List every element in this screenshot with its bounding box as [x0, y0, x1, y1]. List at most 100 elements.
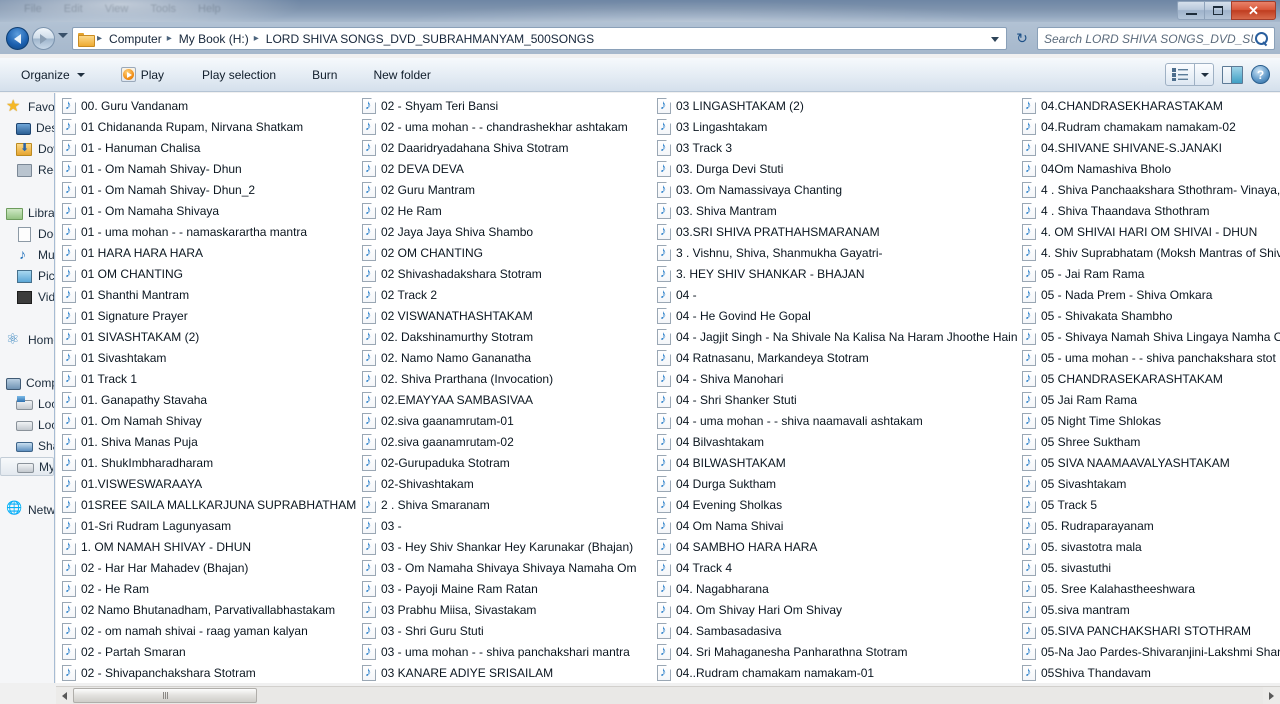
file-list-item[interactable]: 01 Chidananda Rupam, Nirvana Shatkam — [60, 116, 360, 137]
file-list-item[interactable]: 04 Bilvashtakam — [655, 431, 1020, 452]
file-list-item[interactable]: 02 - Partah Smaran — [60, 641, 360, 662]
file-list-item[interactable]: 04 - — [655, 284, 1020, 305]
file-list-item[interactable]: 02 Guru Mantram — [360, 179, 655, 200]
scroll-right-button[interactable] — [1263, 687, 1280, 704]
file-list-item[interactable]: 2 . Shiva Smaranam — [360, 494, 655, 515]
file-list-item[interactable]: 04 Evening Sholkas — [655, 494, 1020, 515]
file-list-item[interactable]: 04.Rudram chamakam namakam-02 — [1020, 116, 1280, 137]
file-list-item[interactable]: 01 HARA HARA HARA — [60, 242, 360, 263]
sidebar-item-music[interactable]: Music — [0, 245, 54, 264]
scrollbar-thumb[interactable] — [73, 688, 257, 703]
file-list-item[interactable]: 02 VISWANATHASHTAKAM — [360, 305, 655, 326]
file-list-item[interactable]: 04 Durga Suktham — [655, 473, 1020, 494]
sidebar-item-documents[interactable]: Documents — [0, 224, 54, 243]
file-list-item[interactable]: 05 - uma mohan - - shiva panchakshara st… — [1020, 347, 1280, 368]
file-list-item[interactable]: 00. Guru Vandanam — [60, 95, 360, 116]
breadcrumb-computer[interactable]: Computer — [106, 32, 165, 46]
file-list-item[interactable]: 04 - He Govind He Gopal — [655, 305, 1020, 326]
file-list-item[interactable]: 04 Ratnasanu, Markandeya Stotram — [655, 347, 1020, 368]
file-list-item[interactable]: 03 Prabhu Miisa, Sivastakam — [360, 599, 655, 620]
scroll-left-button[interactable] — [56, 687, 73, 704]
menu-item-edit[interactable]: Edit — [64, 3, 83, 15]
sidebar-item-computer[interactable]: Computer — [0, 373, 54, 392]
file-list-item[interactable]: 01. Om Namah Shivay — [60, 410, 360, 431]
sidebar-item-homegroup[interactable]: Homegroup — [0, 330, 54, 349]
file-list-item[interactable]: 04..Rudram chamakam namakam-01 — [655, 662, 1020, 683]
horizontal-scrollbar[interactable] — [56, 686, 1280, 704]
file-list-item[interactable]: 01. Shiva Manas Puja — [60, 431, 360, 452]
forward-button[interactable] — [32, 27, 55, 50]
file-list-item[interactable]: 02 DEVA DEVA — [360, 158, 655, 179]
file-list-item[interactable]: 03.SRI SHIVA PRATHAHSMARANAM — [655, 221, 1020, 242]
recent-pages-dropdown[interactable] — [58, 33, 68, 38]
file-list-item[interactable]: 01 OM CHANTING — [60, 263, 360, 284]
file-list-item[interactable]: 05 - Shivakata Shambho — [1020, 305, 1280, 326]
file-list-item[interactable]: 01 Sivashtakam — [60, 347, 360, 368]
sidebar-item-libraries[interactable]: Libraries — [0, 203, 54, 222]
file-list-item[interactable]: 05 Sivashtakam — [1020, 473, 1280, 494]
scrollbar-track[interactable] — [73, 687, 1263, 704]
file-list-item[interactable]: 04. Nagabharana — [655, 578, 1020, 599]
file-list-item[interactable]: 05. Sree Kalahastheeshwara — [1020, 578, 1280, 599]
file-list-item[interactable]: 01 - Hanuman Chalisa — [60, 137, 360, 158]
file-list-item[interactable]: 4. Shiv Suprabhatam (Moksh Mantras of Sh… — [1020, 242, 1280, 263]
file-list-item[interactable]: 02 He Ram — [360, 200, 655, 221]
file-list-item[interactable]: 01. Ganapathy Stavaha — [60, 389, 360, 410]
menu-item-help[interactable]: Help — [198, 3, 221, 15]
file-list-item[interactable]: 03. Om Namassivaya Chanting — [655, 179, 1020, 200]
file-list-item[interactable]: 01 - Om Namaha Shivaya — [60, 200, 360, 221]
file-list-item[interactable]: 02. Namo Namo Gananatha — [360, 347, 655, 368]
organize-button[interactable]: Organize — [10, 63, 96, 87]
file-list-item[interactable]: 03 - uma mohan - - shiva panchakshari ma… — [360, 641, 655, 662]
sidebar-item-network[interactable]: Network — [0, 500, 54, 519]
file-list-pane[interactable]: 00. Guru Vandanam 01 Chidananda Rupam, Ni… — [56, 93, 1280, 683]
file-list-item[interactable]: 03 Track 3 — [655, 137, 1020, 158]
sidebar-item-videos[interactable]: Videos — [0, 287, 54, 306]
file-list-item[interactable]: 05-Na Jao Pardes-Shivaranjini-Lakshmi Sh… — [1020, 641, 1280, 662]
sidebar-item-local-disk-d[interactable]: Local Disk (D:) — [0, 415, 54, 434]
help-button[interactable]: ? — [1251, 65, 1270, 84]
sidebar-item-my-book-h[interactable]: My Book (H:) — [0, 457, 54, 476]
file-list-item[interactable]: 05.SIVA PANCHAKSHARI STOTHRAM — [1020, 620, 1280, 641]
burn-button[interactable]: Burn — [301, 63, 348, 87]
file-list-item[interactable]: 03 LINGASHTAKAM (2) — [655, 95, 1020, 116]
file-list-item[interactable]: 04.CHANDRASEKHARASTAKAM — [1020, 95, 1280, 116]
close-button[interactable]: ✕ — [1231, 1, 1276, 20]
file-list-item[interactable]: 05. Rudraparayanam — [1020, 515, 1280, 536]
file-list-item[interactable]: 02 - Shyam Teri Bansi — [360, 95, 655, 116]
file-list-item[interactable]: 05 Shree Suktham — [1020, 431, 1280, 452]
file-list-item[interactable]: 03 - — [360, 515, 655, 536]
minimize-button[interactable] — [1177, 1, 1204, 20]
address-dropdown-icon[interactable] — [991, 37, 999, 42]
file-list-item[interactable]: 04Om Namashiva Bholo — [1020, 158, 1280, 179]
file-list-item[interactable]: 04 - Shri Shanker Stuti — [655, 389, 1020, 410]
file-list-item[interactable]: 4 . Shiva Thaandava Sthothram — [1020, 200, 1280, 221]
file-list-item[interactable]: 3. HEY SHIV SHANKAR - BHAJAN — [655, 263, 1020, 284]
file-list-item[interactable]: 05.siva mantram — [1020, 599, 1280, 620]
menu-item-file[interactable]: File — [24, 3, 42, 15]
file-list-item[interactable]: 01 Signature Prayer — [60, 305, 360, 326]
new-folder-button[interactable]: New folder — [362, 63, 441, 87]
file-list-item[interactable]: 4 . Shiva Panchaakshara Sthothram- Vinay… — [1020, 179, 1280, 200]
play-selection-button[interactable]: Play selection — [191, 63, 287, 87]
file-list-item[interactable]: 04 Track 4 — [655, 557, 1020, 578]
sidebar-item-pictures[interactable]: Pictures — [0, 266, 54, 285]
file-list-item[interactable]: 03. Shiva Mantram — [655, 200, 1020, 221]
sidebar-item-shared-drive[interactable]: Shared Drive — [0, 436, 54, 455]
sidebar-item-favorites[interactable]: Favorites — [0, 97, 54, 116]
file-list-item[interactable]: 02 Shivashadakshara Stotram — [360, 263, 655, 284]
file-list-item[interactable]: 03 KANARE ADIYE SRISAILAM — [360, 662, 655, 683]
file-list-item[interactable]: 05 Track 5 — [1020, 494, 1280, 515]
file-list-item[interactable]: 01 - Om Namah Shivay- Dhun — [60, 158, 360, 179]
sidebar-item-local-disk-c[interactable]: Local Disk (C:) — [0, 394, 54, 413]
file-list-item[interactable]: 03 Lingashtakam — [655, 116, 1020, 137]
file-list-item[interactable]: 03 - Shri Guru Stuti — [360, 620, 655, 641]
file-list-item[interactable]: 4. OM SHIVAI HARI OM SHIVAI - DHUN — [1020, 221, 1280, 242]
file-list-item[interactable]: 02. Shiva Prarthana (Invocation) — [360, 368, 655, 389]
navigation-pane[interactable]: Favorites Desktop Downloads Recent Places Li… — [0, 93, 55, 683]
file-list-item[interactable]: 01SREE SAILA MALLKARJUNA SUPRABHATHAM — [60, 494, 360, 515]
file-list-item[interactable]: 03 - Hey Shiv Shankar Hey Karunakar (Bha… — [360, 536, 655, 557]
file-list-item[interactable]: 02 OM CHANTING — [360, 242, 655, 263]
file-list-item[interactable]: 04 - Shiva Manohari — [655, 368, 1020, 389]
change-view-button[interactable] — [1165, 63, 1214, 86]
